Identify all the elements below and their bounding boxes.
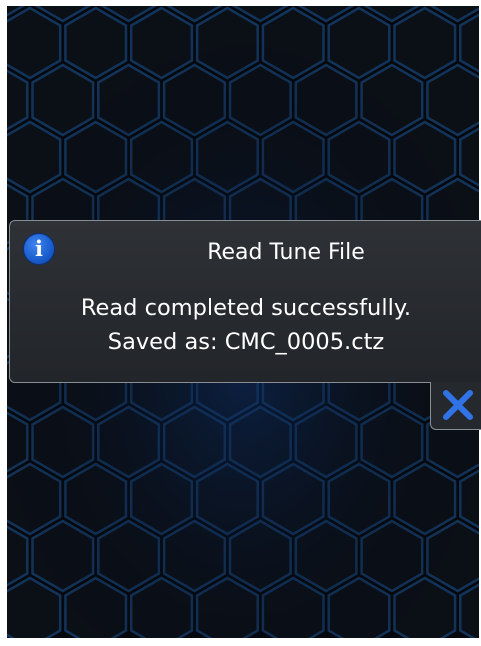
read-tune-file-dialog: i Read Tune File Read completed successf… xyxy=(9,220,481,383)
close-icon xyxy=(443,390,473,420)
info-icon: i xyxy=(23,233,55,265)
dialog-message: Read completed successfully. Saved as: C… xyxy=(10,291,481,359)
message-line-filename: Saved as: CMC_0005.ctz xyxy=(107,329,385,355)
close-button[interactable] xyxy=(430,382,481,430)
message-line-status: Read completed successfully. xyxy=(80,295,412,321)
dialog-title: Read Tune File xyxy=(207,240,365,265)
